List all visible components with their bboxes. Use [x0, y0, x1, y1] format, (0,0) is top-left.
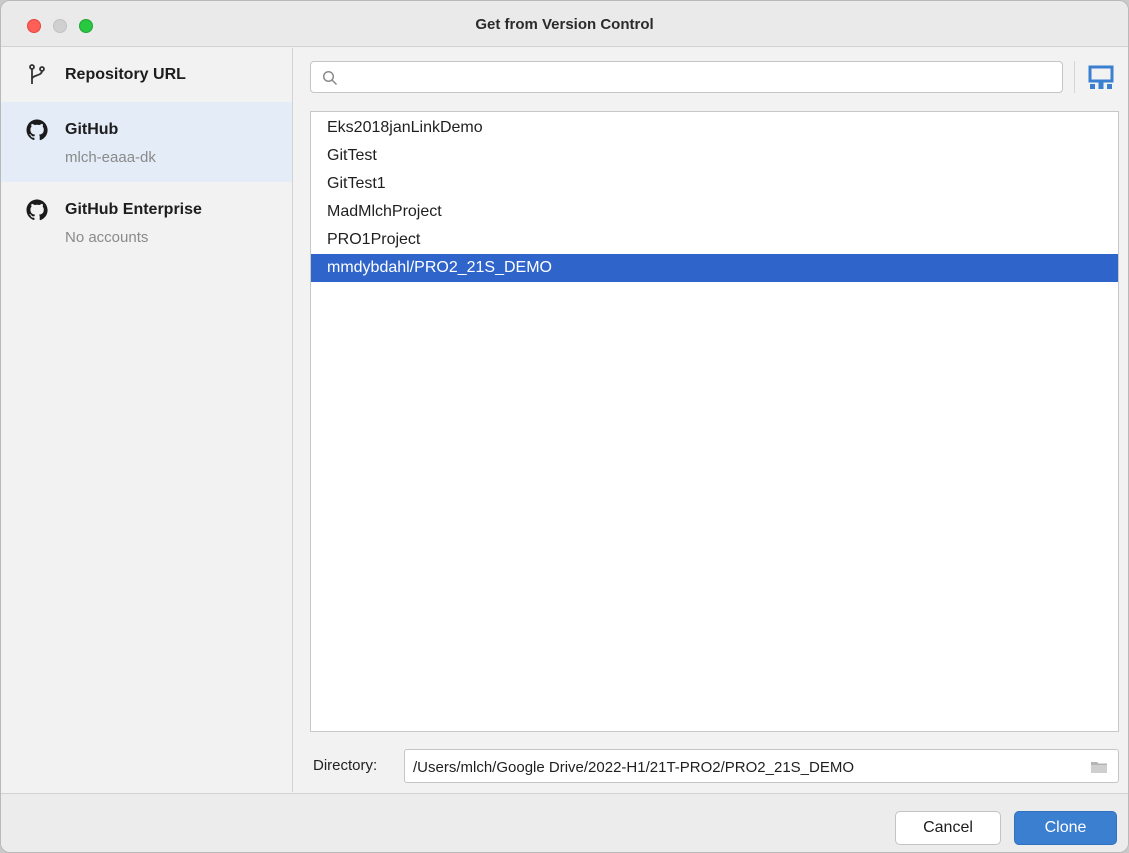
- list-item[interactable]: PRO1Project: [311, 226, 1118, 254]
- github-icon: [26, 199, 48, 221]
- search-box[interactable]: [310, 61, 1063, 93]
- sidebar-item-account-status: No accounts: [65, 229, 149, 246]
- repository-list[interactable]: Eks2018janLinkDemo GitTest GitTest1 MadM…: [310, 111, 1119, 732]
- search-input[interactable]: [345, 66, 1045, 88]
- dialog-footer: Cancel Clone: [1, 793, 1128, 852]
- list-item[interactable]: GitTest1: [311, 170, 1118, 198]
- list-item[interactable]: MadMlchProject: [311, 198, 1118, 226]
- list-item[interactable]: Eks2018janLinkDemo: [311, 114, 1118, 142]
- list-item-selected[interactable]: mmdybdahl/PRO2_21S_DEMO: [311, 254, 1118, 282]
- list-item[interactable]: GitTest: [311, 142, 1118, 170]
- cancel-button[interactable]: Cancel: [895, 811, 1001, 845]
- sidebar: Repository URL GitHub mlch-eaaa-dk GitHu…: [1, 48, 293, 792]
- folder-icon[interactable]: [1090, 760, 1108, 774]
- sidebar-item-label: GitHub: [65, 121, 119, 138]
- sidebar-item-repository-url[interactable]: Repository URL: [1, 48, 292, 102]
- sidebar-item-label: GitHub Enterprise: [65, 201, 202, 218]
- toolbar-separator: [1074, 61, 1075, 93]
- remote-repository-icon[interactable]: [1087, 64, 1115, 92]
- directory-field[interactable]: [404, 749, 1119, 783]
- clone-button[interactable]: Clone: [1014, 811, 1117, 845]
- directory-input[interactable]: [413, 756, 1073, 778]
- sidebar-item-label: Repository URL: [65, 66, 186, 83]
- github-icon: [26, 119, 48, 141]
- branch-icon: [29, 64, 45, 84]
- sidebar-item-account: mlch-eaaa-dk: [65, 149, 156, 166]
- title-bar: Get from Version Control: [1, 1, 1128, 47]
- directory-label: Directory:: [313, 757, 378, 774]
- sidebar-item-github[interactable]: GitHub mlch-eaaa-dk: [1, 102, 292, 182]
- sidebar-item-github-enterprise[interactable]: GitHub Enterprise No accounts: [1, 182, 292, 262]
- window-title: Get from Version Control: [475, 16, 654, 33]
- get-from-vcs-dialog: Get from Version Control Repository URL …: [0, 0, 1129, 853]
- search-icon: [322, 70, 338, 86]
